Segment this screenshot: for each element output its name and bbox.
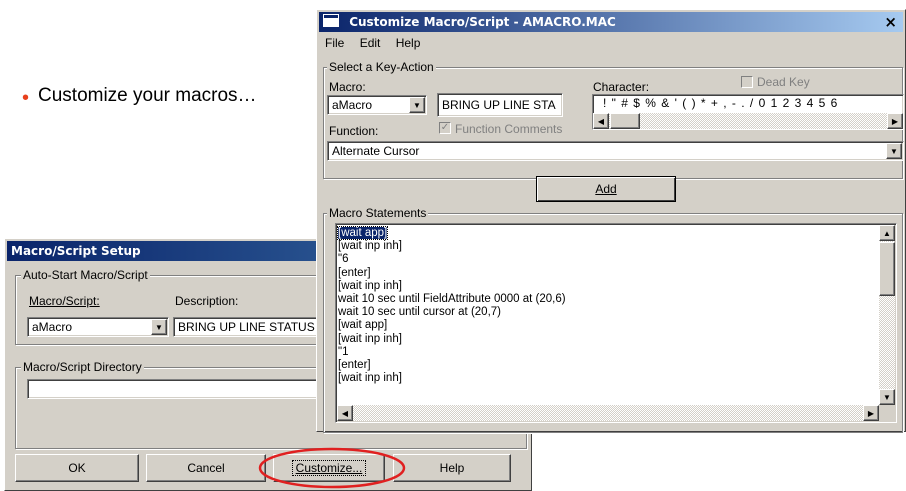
menu-help[interactable]: Help bbox=[396, 36, 421, 50]
autostart-group-label: Auto-Start Macro/Script bbox=[21, 268, 150, 282]
function-select[interactable]: Alternate Cursor ▼ bbox=[327, 141, 904, 161]
character-scrollbar[interactable]: ◀ ▶ bbox=[593, 113, 903, 129]
macro-value: aMacro bbox=[332, 98, 373, 112]
statement-line[interactable]: [wait inp inh] bbox=[338, 372, 566, 385]
bullet-dot: • bbox=[22, 87, 30, 109]
macro-label: Macro: bbox=[329, 80, 366, 94]
statements-textarea[interactable]: [wait app] [wait inp inh] "6 [enter] [wait i… bbox=[335, 223, 897, 423]
scroll-left-icon[interactable]: ◀ bbox=[593, 113, 609, 129]
statement-line[interactable]: [wait inp inh] bbox=[338, 333, 566, 346]
ok-label: OK bbox=[68, 461, 86, 475]
key-action-group-label: Select a Key-Action bbox=[327, 60, 436, 74]
scroll-right-icon[interactable]: ▶ bbox=[887, 113, 903, 129]
statements-list: [wait app] [wait inp inh] "6 [enter] [wait i… bbox=[336, 226, 566, 385]
character-label: Character: bbox=[593, 80, 650, 94]
setup-title: Macro/Script Setup bbox=[11, 244, 141, 258]
selected-statement: [wait app] bbox=[336, 226, 389, 240]
statement-line[interactable]: [enter] bbox=[338, 267, 566, 280]
scroll-up-icon[interactable]: ▲ bbox=[879, 225, 895, 241]
highlight-ellipse bbox=[258, 447, 406, 489]
window-icon bbox=[323, 14, 339, 27]
macro-script-label: Macro/Script: bbox=[29, 294, 100, 308]
add-button[interactable]: Add bbox=[536, 176, 676, 202]
customize-macro-dialog: Customize Macro/Script - AMACRO.MAC × Fi… bbox=[316, 9, 906, 433]
macro-description-field: BRING UP LINE STA bbox=[437, 93, 563, 117]
character-values: ! " # $ % & ' ( ) * + , - . / 0 1 2 3 4 … bbox=[603, 96, 839, 110]
cancel-label: Cancel bbox=[187, 461, 225, 475]
customize-title-bar[interactable]: Customize Macro/Script - AMACRO.MAC × bbox=[319, 12, 903, 32]
macro-select[interactable]: aMacro ▼ bbox=[327, 95, 427, 115]
dead-key-label: Dead Key bbox=[757, 75, 810, 89]
menu-bar: File Edit Help bbox=[325, 36, 432, 50]
description-label: Description: bbox=[175, 294, 239, 308]
statement-line[interactable]: [wait inp inh] bbox=[338, 280, 566, 293]
ok-button[interactable]: OK bbox=[15, 454, 139, 482]
chevron-down-icon[interactable]: ▼ bbox=[409, 97, 425, 113]
macro-description-value: BRING UP LINE STA bbox=[442, 98, 556, 112]
customize-title: Customize Macro/Script - AMACRO.MAC bbox=[349, 15, 616, 29]
function-value: Alternate Cursor bbox=[332, 144, 420, 158]
directory-group-label: Macro/Script Directory bbox=[21, 360, 144, 374]
chevron-down-icon[interactable]: ▼ bbox=[151, 319, 167, 335]
statement-line[interactable]: wait 10 sec until cursor at (20,7) bbox=[338, 306, 566, 319]
vertical-scrollbar[interactable]: ▲ ▼ bbox=[879, 225, 895, 405]
directory-input[interactable] bbox=[27, 379, 327, 399]
scroll-left-icon[interactable]: ◀ bbox=[337, 405, 353, 421]
function-comments-label: Function Comments bbox=[455, 122, 563, 136]
scroll-thumb[interactable] bbox=[879, 242, 895, 296]
bullet-text: Customize your macros… bbox=[38, 85, 257, 106]
menu-file[interactable]: File bbox=[325, 36, 344, 50]
statement-line[interactable]: wait 10 sec until FieldAttribute 0000 at… bbox=[338, 293, 566, 306]
function-comments-checkbox[interactable]: ✓ bbox=[439, 122, 451, 134]
help-label: Help bbox=[439, 461, 465, 475]
close-icon[interactable]: × bbox=[884, 12, 897, 32]
statement-line[interactable]: [enter] bbox=[338, 359, 566, 372]
dead-key-checkbox[interactable] bbox=[741, 76, 753, 88]
scroll-down-icon[interactable]: ▼ bbox=[879, 389, 895, 405]
scroll-right-icon[interactable]: ▶ bbox=[863, 405, 879, 421]
macro-script-value: aMacro bbox=[32, 320, 73, 334]
cancel-button[interactable]: Cancel bbox=[146, 454, 266, 482]
macro-script-select[interactable]: aMacro ▼ bbox=[27, 317, 169, 337]
statement-line[interactable]: "6 bbox=[338, 253, 566, 266]
statement-line[interactable]: [wait inp inh] bbox=[338, 240, 566, 253]
statement-line[interactable]: "1 bbox=[338, 346, 566, 359]
function-label: Function: bbox=[329, 124, 379, 138]
statement-line[interactable]: [wait app] bbox=[336, 226, 566, 240]
horizontal-scrollbar[interactable]: ◀ ▶ bbox=[337, 405, 879, 421]
statements-group-label: Macro Statements bbox=[327, 206, 429, 220]
character-list[interactable]: ! " # $ % & ' ( ) * + , - . / 0 1 2 3 4 … bbox=[592, 94, 904, 130]
description-value: BRING UP LINE STATUS bbox=[178, 320, 315, 334]
scroll-corner bbox=[879, 405, 895, 421]
help-button[interactable]: Help bbox=[393, 454, 511, 482]
menu-edit[interactable]: Edit bbox=[360, 36, 381, 50]
add-label: Add bbox=[595, 182, 617, 196]
statement-line[interactable]: [wait app] bbox=[338, 319, 566, 332]
scroll-thumb[interactable] bbox=[610, 113, 640, 129]
description-field: BRING UP LINE STATUS bbox=[173, 317, 323, 337]
chevron-down-icon[interactable]: ▼ bbox=[886, 143, 902, 159]
